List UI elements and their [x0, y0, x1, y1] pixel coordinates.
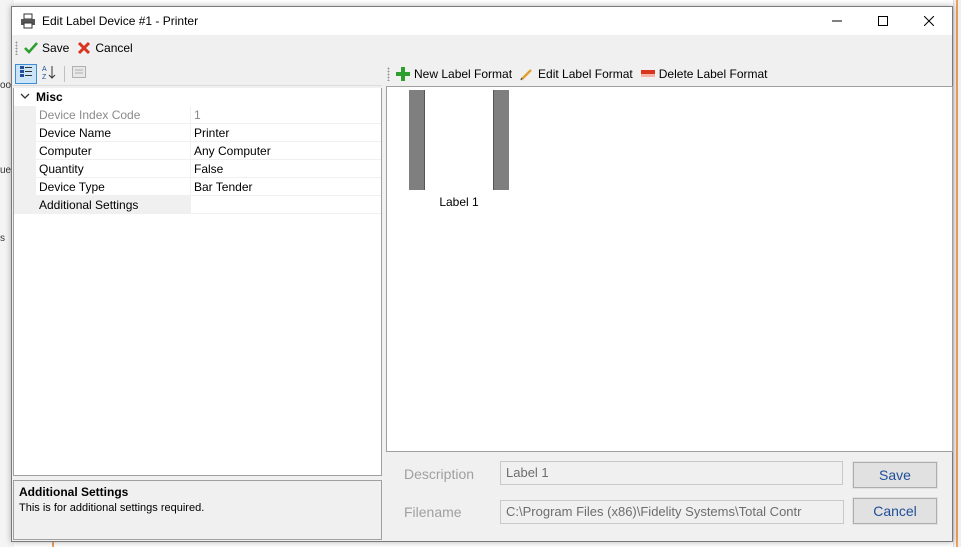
label-caption[interactable]: Label 1 [409, 195, 509, 209]
property-name: Device Type [36, 178, 190, 196]
filename-label: Filename [404, 504, 462, 520]
property-row-device-name[interactable]: Device Name Printer [14, 124, 381, 142]
category-misc[interactable]: Misc [14, 88, 381, 106]
description-field[interactable]: Label 1 [500, 461, 843, 485]
property-row-quantity[interactable]: Quantity False [14, 160, 381, 178]
save-label-button[interactable]: Save [852, 461, 938, 489]
delete-label-format-button[interactable]: Delete Label Format [640, 67, 768, 81]
background-text-fragment: oo [0, 80, 12, 91]
new-label-format-button[interactable]: New Label Format [396, 67, 512, 81]
property-list: Misc Device Index Code 1 Device Name Pri… [13, 88, 382, 476]
svg-text:Z: Z [42, 74, 47, 80]
cancel-x-icon [77, 41, 91, 55]
plus-icon [396, 67, 410, 81]
help-title: Additional Settings [19, 485, 129, 499]
background-divider [956, 0, 958, 547]
label-format-toolbar: New Label Format Edit Label Format Delet… [387, 62, 952, 86]
delete-label-format-label: Delete Label Format [658, 67, 768, 81]
chevron-down-icon[interactable] [14, 91, 36, 103]
property-name: Device Index Code [36, 106, 190, 124]
property-pages-icon [72, 66, 86, 81]
svg-text:A: A [42, 66, 47, 73]
description-label: Description [404, 466, 475, 482]
categorized-view-button[interactable] [15, 63, 37, 84]
property-row-device-index-code[interactable]: Device Index Code 1 [14, 106, 381, 124]
save-button[interactable]: Save [24, 41, 69, 55]
edit-label-device-dialog: Edit Label Device #1 - Printer Save Canc… [11, 6, 953, 542]
alphabetical-view-button[interactable]: A Z [38, 64, 60, 84]
property-value[interactable]: Printer [190, 124, 381, 142]
maximize-button[interactable] [860, 7, 906, 35]
close-button[interactable] [906, 7, 952, 35]
categorized-icon [19, 65, 33, 82]
property-pages-button[interactable] [68, 64, 90, 84]
property-grid-toolbar: A Z [13, 62, 382, 86]
label-format-list: Label 1 [386, 86, 953, 452]
property-help-panel: Additional Settings This is for addition… [13, 480, 382, 540]
category-label: Misc [36, 90, 63, 104]
property-name: Computer [36, 142, 190, 160]
main-toolbar: Save Cancel [12, 36, 952, 60]
cancel-label: Cancel [95, 41, 133, 55]
save-label: Save [42, 41, 70, 55]
property-row-device-type[interactable]: Device Type Bar Tender [14, 178, 381, 196]
toolbar-grip[interactable] [387, 67, 390, 81]
maximize-icon [878, 13, 888, 29]
property-grid: A Z Misc Device Index Code 1 Device Name… [13, 62, 382, 542]
property-row-additional-settings[interactable]: Additional Settings [14, 196, 381, 214]
close-icon [923, 13, 935, 29]
property-value[interactable]: Any Computer [190, 142, 381, 160]
minimize-button[interactable] [814, 7, 860, 35]
edit-label-format-button[interactable]: Edit Label Format [520, 67, 633, 81]
new-label-format-label: New Label Format [414, 67, 513, 81]
checkmark-icon [24, 41, 38, 55]
delete-icon [640, 67, 655, 81]
label-thumbnail[interactable] [409, 90, 509, 190]
toolbar-separator [64, 65, 65, 82]
property-value: 1 [190, 106, 381, 124]
background-text-fragment: s [0, 233, 5, 244]
background-text-fragment: ue [0, 165, 12, 176]
pencil-icon [520, 67, 534, 81]
property-name: Device Name [36, 124, 190, 142]
edit-label-format-label: Edit Label Format [538, 67, 633, 81]
filename-field[interactable]: C:\Program Files (x86)\Fidelity Systems\… [500, 500, 844, 524]
label-preview-page [424, 90, 494, 190]
sort-az-icon: A Z [41, 64, 57, 83]
property-value[interactable]: False [190, 160, 381, 178]
window-title: Edit Label Device #1 - Printer [42, 14, 199, 28]
property-row-computer[interactable]: Computer Any Computer [14, 142, 381, 160]
property-value[interactable] [190, 196, 381, 214]
property-name: Quantity [36, 160, 190, 178]
printer-icon [20, 13, 36, 29]
property-name: Additional Settings [36, 196, 190, 214]
cancel-button[interactable]: Cancel [77, 41, 133, 55]
cancel-label-button[interactable]: Cancel [852, 497, 938, 525]
help-description: This is for additional settings required… [19, 502, 205, 514]
toolbar-grip[interactable] [15, 41, 18, 55]
property-value[interactable]: Bar Tender [190, 178, 381, 196]
minimize-icon [832, 13, 842, 29]
title-bar[interactable]: Edit Label Device #1 - Printer [12, 7, 952, 35]
